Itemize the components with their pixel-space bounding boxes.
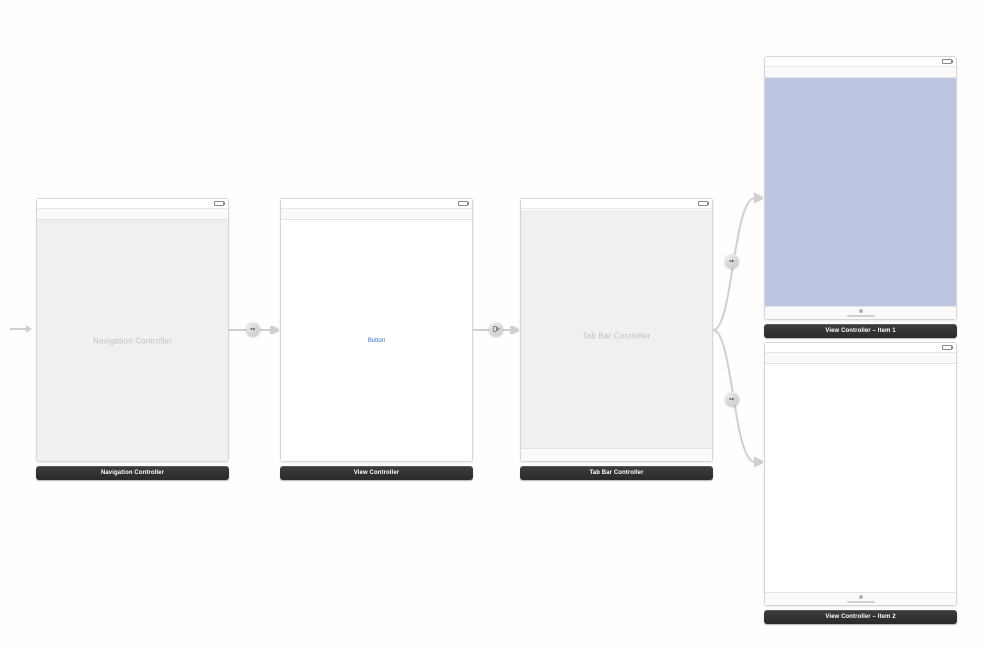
status-bar bbox=[765, 57, 956, 67]
scene-tab-bar-controller[interactable]: Tab Bar Controller Tab Bar Controller bbox=[520, 198, 713, 480]
segue-icon bbox=[249, 325, 257, 333]
status-bar bbox=[521, 199, 712, 209]
scene-view-controller[interactable]: Button View Controller bbox=[280, 198, 473, 480]
tab-bar bbox=[521, 448, 712, 461]
placeholder-label: Tab Bar Controller bbox=[521, 331, 712, 340]
segue-viewcontrollers-item1[interactable] bbox=[725, 254, 739, 268]
home-indicator bbox=[847, 315, 875, 317]
scene-caption[interactable]: View Controller bbox=[280, 466, 473, 480]
navigation-bar bbox=[765, 67, 956, 78]
segue-root-relationship[interactable] bbox=[246, 322, 260, 336]
segue-icon bbox=[492, 325, 500, 333]
scene-body: Button bbox=[281, 220, 472, 461]
home-indicator bbox=[847, 601, 875, 603]
tab-bar-item[interactable]: Item 1 bbox=[846, 307, 876, 319]
scene-view-controller-item2[interactable]: Item 2 View Controller – Item 2 bbox=[764, 342, 957, 624]
scene-body: Item 1 bbox=[765, 78, 956, 319]
scene-navigation-controller[interactable]: Navigation Controller Navigation Control… bbox=[36, 198, 229, 480]
tab-bar: Item 2 bbox=[765, 592, 956, 605]
scene-caption[interactable]: Navigation Controller bbox=[36, 466, 229, 480]
tab-bar: Item 1 bbox=[765, 306, 956, 319]
battery-icon bbox=[942, 59, 952, 64]
tab-item-icon bbox=[859, 309, 863, 313]
status-bar bbox=[281, 199, 472, 209]
scene-caption[interactable]: Tab Bar Controller bbox=[520, 466, 713, 480]
tab-item-icon bbox=[859, 595, 863, 599]
navigation-bar bbox=[281, 209, 472, 220]
navigation-bar bbox=[765, 353, 956, 364]
segue-icon bbox=[728, 395, 736, 403]
scene-body: Navigation Controller bbox=[37, 220, 228, 461]
segue-connector-to-item2[interactable] bbox=[713, 330, 763, 480]
battery-icon bbox=[942, 345, 952, 350]
battery-icon bbox=[214, 201, 224, 206]
scene-body: Item 2 bbox=[765, 364, 956, 605]
tab-bar-item[interactable]: Item 2 bbox=[846, 593, 876, 605]
scene-caption[interactable]: View Controller – Item 2 bbox=[764, 610, 957, 624]
scene-body: Tab Bar Controller bbox=[521, 210, 712, 461]
battery-icon bbox=[458, 201, 468, 206]
scene-caption[interactable]: View Controller – Item 1 bbox=[764, 324, 957, 338]
status-bar bbox=[37, 199, 228, 209]
navigation-bar bbox=[37, 209, 228, 220]
initial-vc-arrow[interactable] bbox=[10, 325, 32, 333]
battery-icon bbox=[698, 201, 708, 206]
segue-viewcontrollers-item2[interactable] bbox=[725, 392, 739, 406]
ui-button[interactable]: Button bbox=[281, 338, 472, 344]
storyboard-canvas[interactable]: Navigation Controller Navigation Control… bbox=[0, 0, 985, 646]
status-bar bbox=[765, 343, 956, 353]
placeholder-label: Navigation Controller bbox=[37, 336, 228, 345]
segue-show[interactable] bbox=[489, 322, 503, 336]
scene-view-controller-item1[interactable]: Item 1 View Controller – Item 1 bbox=[764, 56, 957, 338]
segue-icon bbox=[728, 257, 736, 265]
